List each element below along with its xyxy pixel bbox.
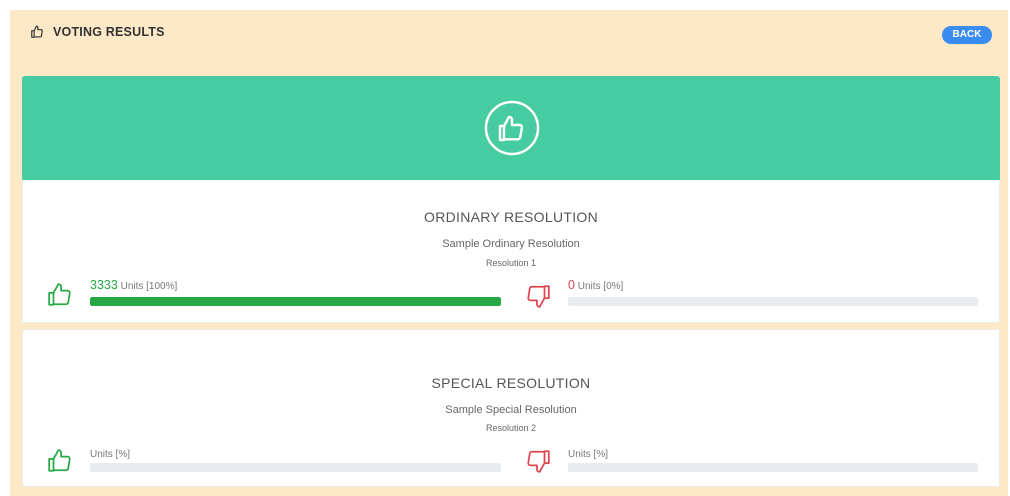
- page-title: VOTING RESULTS: [53, 25, 165, 39]
- yes-votes-units: Units [100%]: [120, 281, 178, 292]
- yes-votes-count: 3333: [90, 278, 118, 292]
- thumbs-up-icon: [48, 283, 71, 306]
- resolution-title: ORDINARY RESOLUTION: [424, 209, 598, 225]
- no-votes-units: Units [%]: [568, 449, 609, 460]
- resolution-card-1: ORDINARY RESOLUTION Sample Ordinary Reso…: [22, 180, 1000, 323]
- voting-results-page: VOTING RESULTS BACK ORDINARY RESOLUTION …: [10, 10, 1008, 496]
- yes-votes-bar: [90, 297, 501, 306]
- resolution-number: Resolution 1: [485, 258, 537, 268]
- thumbs-down-icon: [527, 285, 550, 308]
- thumbs-down-icon: [527, 450, 550, 473]
- yes-votes-bar-fill: [90, 297, 501, 306]
- no-votes-count: 0: [568, 278, 575, 292]
- no-votes-bar: [568, 297, 978, 306]
- no-votes-bar: [568, 463, 978, 472]
- thumbs-up-icon: [484, 100, 540, 156]
- yes-votes-label: Units [%]: [90, 446, 130, 460]
- results-banner: [22, 76, 1000, 180]
- yes-votes-label: 3333 Units [100%]: [90, 278, 177, 292]
- resolution-name: Sample Special Resolution: [445, 404, 577, 416]
- resolution-name: Sample Ordinary Resolution: [442, 238, 580, 250]
- resolution-title: SPECIAL RESOLUTION: [431, 375, 591, 391]
- yes-votes-units: Units [%]: [90, 449, 131, 460]
- back-button[interactable]: BACK: [942, 26, 992, 44]
- thumbs-up-icon: [48, 449, 71, 472]
- no-votes-units: Units [0%]: [577, 281, 624, 292]
- thumbs-up-icon: [31, 25, 43, 38]
- resolution-number: Resolution 2: [485, 423, 537, 433]
- resolution-card-2: SPECIAL RESOLUTION Sample Special Resolu…: [22, 329, 1000, 487]
- page-header: VOTING RESULTS BACK: [10, 10, 1008, 56]
- no-votes-label: Units [%]: [568, 446, 608, 460]
- no-votes-label: 0 Units [0%]: [568, 278, 623, 292]
- yes-votes-bar: [90, 463, 501, 472]
